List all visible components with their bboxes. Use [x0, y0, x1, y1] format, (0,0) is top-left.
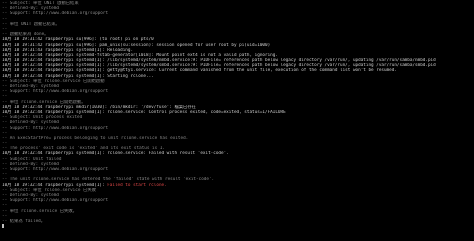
cursor-line: [2, 224, 474, 229]
cursor: [2, 224, 5, 229]
log-text: 10月 18 19:32:44 raspberrypi systemd[1]:: [2, 182, 108, 188]
error-text: Failed to start rclone.: [107, 182, 167, 188]
journal-output: -- Subject: 單位 UNIT 啟動已結束 -- Defined-By: …: [2, 1, 474, 229]
terminal-window[interactable]: -- Subject: 單位 UNIT 啟動已結束 -- Defined-By: …: [0, 0, 474, 241]
